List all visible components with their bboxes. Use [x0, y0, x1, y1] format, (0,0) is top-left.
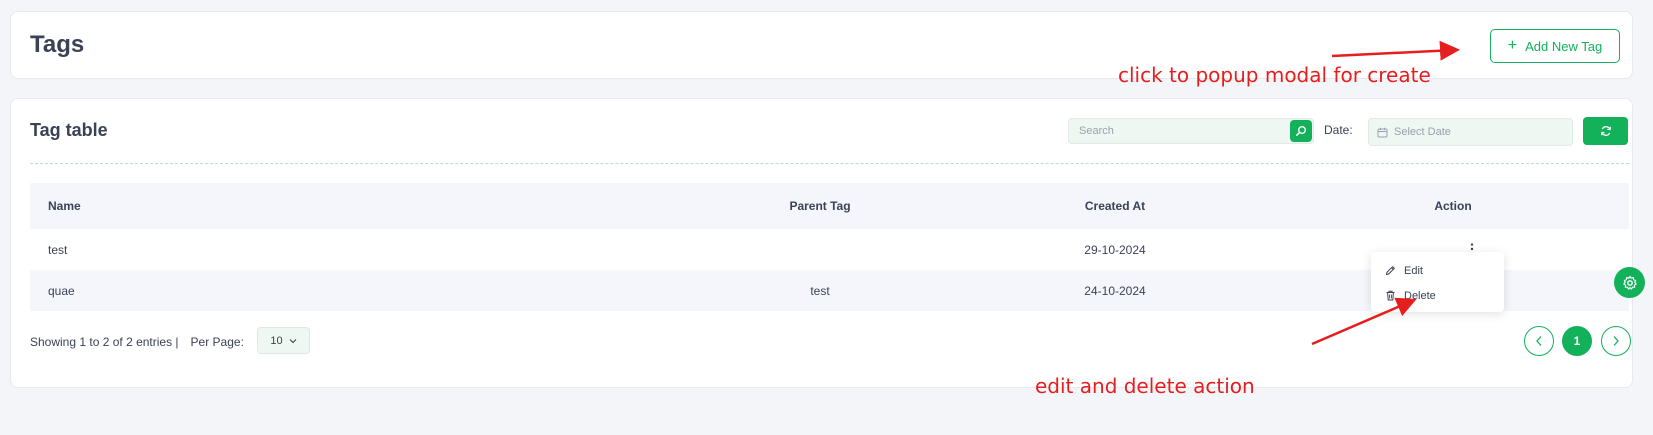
pagination-next-button[interactable] [1601, 326, 1631, 356]
divider [30, 163, 1629, 164]
column-header-name: Name [48, 199, 81, 213]
per-page-value: 10 [270, 334, 283, 347]
date-input[interactable] [1394, 126, 1564, 138]
trash-icon [1386, 290, 1395, 301]
delete-label: Delete [1404, 289, 1436, 302]
annotation-create: click to popup modal for create [1118, 63, 1431, 87]
entries-text: Showing 1 to 2 of 2 entries | [30, 335, 179, 349]
pagination-page-button[interactable]: 1 [1562, 326, 1592, 356]
entries-info: Showing 1 to 2 of 2 entries | Per Page: [30, 335, 244, 349]
search-button[interactable] [1290, 120, 1312, 142]
per-page-select[interactable]: 10 [257, 327, 310, 354]
refresh-icon [1600, 126, 1611, 136]
column-header-created-at: Created At [1084, 199, 1146, 213]
gear-icon [1622, 275, 1637, 290]
page-title: Tags [30, 31, 85, 58]
annotation-edit-delete: edit and delete action [1035, 374, 1255, 398]
chevron-right-icon [1613, 336, 1619, 346]
cell-created-at: 29-10-2024 [1084, 243, 1146, 257]
search-icon [1295, 126, 1306, 136]
plus-icon: + [1507, 37, 1518, 54]
pagination-prev-button[interactable] [1524, 326, 1554, 356]
cell-name: test [48, 243, 68, 257]
search-box [1068, 118, 1314, 144]
date-label: Date: [1324, 123, 1353, 137]
edit-label: Edit [1404, 264, 1423, 277]
page-number: 1 [1573, 334, 1581, 348]
column-header-action: Action [1434, 199, 1472, 213]
date-picker[interactable] [1368, 118, 1573, 146]
add-new-tag-label: Add New Tag [1525, 38, 1603, 54]
row-action-dropdown: Edit Delete [1371, 252, 1504, 312]
edit-menu-item[interactable]: Edit [1371, 258, 1504, 283]
refresh-button[interactable] [1583, 117, 1628, 145]
chevron-down-icon [289, 338, 297, 343]
settings-button[interactable] [1614, 267, 1645, 298]
add-new-tag-button[interactable]: + Add New Tag [1490, 29, 1620, 63]
column-header-parent-tag: Parent Tag [789, 199, 851, 213]
per-page-label: Per Page: [190, 335, 244, 349]
cell-parent-tag: test [810, 284, 830, 298]
search-input[interactable] [1069, 119, 1284, 143]
cell-created-at: 24-10-2024 [1084, 284, 1146, 298]
chevron-left-icon [1536, 336, 1542, 346]
table-header: Name Parent Tag Created At Action [30, 183, 1629, 229]
tag-table-card: Tag table Date: Name Parent Ta [10, 98, 1633, 388]
delete-menu-item[interactable]: Delete [1371, 283, 1504, 308]
table-title: Tag table [30, 120, 108, 140]
pencil-icon [1385, 265, 1396, 276]
cell-name: quae [48, 284, 75, 298]
calendar-icon [1377, 127, 1388, 137]
